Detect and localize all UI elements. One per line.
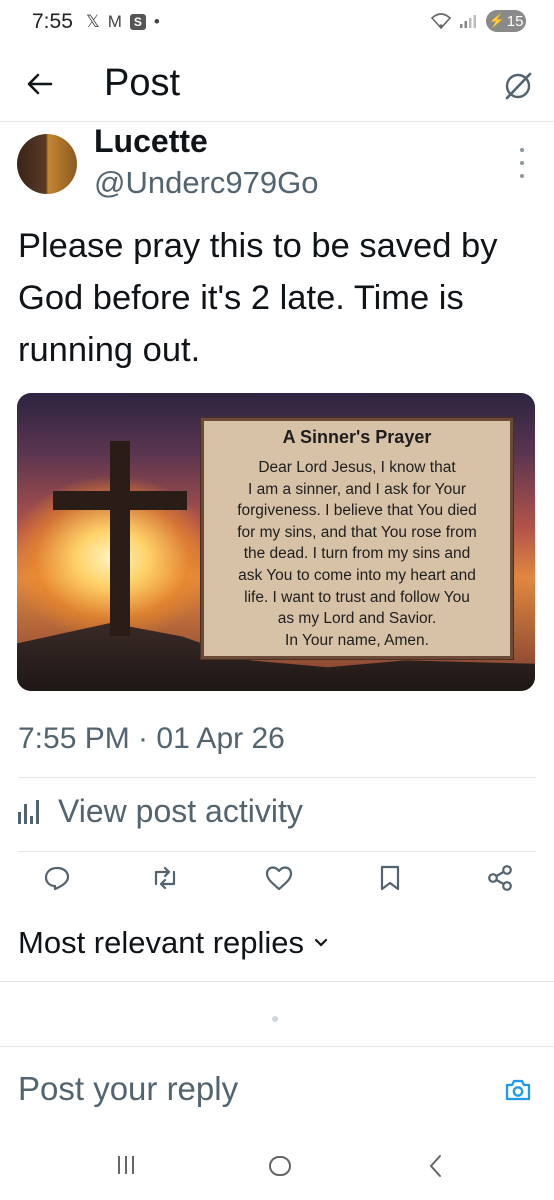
charging-icon: ⚡ bbox=[488, 13, 505, 28]
gmail-icon: M bbox=[107, 12, 122, 31]
replies-sort-dropdown[interactable]: Most relevant replies bbox=[18, 925, 328, 961]
status-time: 7:55 bbox=[32, 10, 73, 33]
loading-indicator bbox=[272, 1016, 278, 1022]
avatar[interactable] bbox=[17, 134, 77, 194]
more-options-icon[interactable] bbox=[512, 148, 532, 178]
battery-indicator: ⚡ 15 bbox=[486, 10, 526, 32]
signal-icon bbox=[460, 15, 476, 28]
prayer-line: Dear Lord Jesus, I know that bbox=[258, 459, 456, 476]
prayer-title: A Sinner's Prayer bbox=[282, 427, 432, 447]
author-handle[interactable]: @Underc979Go bbox=[94, 165, 318, 201]
status-bar: 7:55 𝕏 M S • ⚡ 15 bbox=[0, 0, 554, 44]
back-arrow-icon[interactable] bbox=[20, 66, 60, 102]
cross-beam bbox=[53, 491, 187, 510]
page-title: Post bbox=[104, 62, 181, 104]
share-icon[interactable] bbox=[480, 860, 520, 896]
reply-input[interactable]: Post your reply bbox=[18, 1070, 238, 1108]
notification-icons: 𝕏 M S • bbox=[86, 12, 160, 32]
prayer-line: I am a sinner, and I ask for Your bbox=[248, 480, 466, 498]
divider bbox=[18, 851, 536, 852]
prayer-line: the dead. I turn from my sins and bbox=[243, 545, 471, 563]
bookmark-icon[interactable] bbox=[370, 860, 410, 896]
divider bbox=[18, 777, 536, 778]
repost-icon[interactable] bbox=[145, 860, 185, 896]
like-icon[interactable] bbox=[259, 860, 299, 896]
cross-icon bbox=[110, 441, 130, 636]
analytics-icon bbox=[18, 797, 48, 827]
prayer-line: for my sins, and that You rose from bbox=[237, 523, 477, 541]
header-divider bbox=[0, 121, 554, 122]
post-image[interactable]: A Sinner's Prayer Dear Lord Jesus, I kno… bbox=[17, 393, 535, 691]
home-icon[interactable] bbox=[264, 1150, 296, 1182]
replies-heading-label: Most relevant replies bbox=[18, 925, 305, 960]
prayer-line: as my Lord and Savior. bbox=[277, 610, 437, 628]
recent-apps-icon[interactable] bbox=[108, 1150, 144, 1180]
chevron-down-icon bbox=[314, 938, 328, 947]
prayer-card: A Sinner's Prayer Dear Lord Jesus, I kno… bbox=[201, 418, 513, 659]
wifi-icon bbox=[430, 13, 452, 30]
post-timestamp: 7:55 PM · 01 Apr 26 bbox=[18, 722, 285, 755]
s-app-icon: S bbox=[129, 14, 146, 30]
post-text: Please pray this to be saved by God befo… bbox=[18, 227, 498, 369]
activity-label: View post activity bbox=[58, 793, 303, 829]
divider bbox=[0, 981, 554, 982]
x-logo-icon: 𝕏 bbox=[86, 12, 100, 31]
prayer-line: In Your name, Amen. bbox=[285, 631, 429, 649]
reply-icon[interactable] bbox=[37, 860, 77, 896]
prayer-line: life. I want to trust and follow You bbox=[244, 588, 470, 606]
battery-level: 15 bbox=[506, 12, 524, 30]
grok-icon[interactable] bbox=[496, 64, 540, 108]
prayer-line: ask You to come into my heart and bbox=[238, 566, 476, 584]
camera-icon[interactable] bbox=[500, 1072, 536, 1108]
nav-back-icon[interactable] bbox=[420, 1150, 452, 1182]
prayer-body: Dear Lord Jesus, I know that I am a sinn… bbox=[208, 457, 506, 651]
prayer-line: forgiveness. I believe that You died bbox=[237, 502, 477, 520]
dot-icon: • bbox=[153, 12, 160, 31]
status-right: ⚡ 15 bbox=[430, 10, 526, 32]
view-post-activity-button[interactable]: View post activity bbox=[18, 793, 303, 830]
divider bbox=[0, 1046, 554, 1047]
author-name[interactable]: Lucette bbox=[94, 123, 208, 160]
